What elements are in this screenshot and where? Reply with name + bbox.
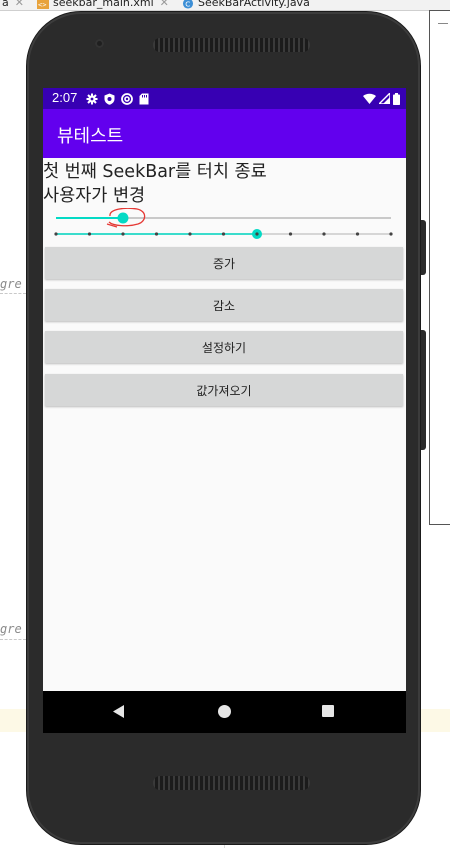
seekbar1-thumb[interactable] <box>117 212 129 224</box>
xml-file-icon: <> <box>37 0 49 9</box>
seekbar2-tick <box>355 232 360 236</box>
gutter-code-fragment: gre <box>0 277 22 291</box>
message-line-2: 사용자가 변경 <box>43 186 146 206</box>
bottom-speaker <box>153 776 310 790</box>
seekbar-continuous[interactable] <box>43 208 406 228</box>
ide-tab-a[interactable]: a ✕ <box>2 0 24 9</box>
seekbar2-tick <box>221 232 226 236</box>
gutter-code-fragment: gre <box>0 622 22 636</box>
ide-tab-seekbar-activity-java[interactable]: C SeekBarActivity.java <box>182 0 310 9</box>
panel-corner-mark <box>438 23 448 24</box>
svg-text:C: C <box>185 0 190 8</box>
seekbar2-tick <box>121 232 125 236</box>
seekbar2-tick <box>154 232 159 236</box>
ide-tab-bar: a ✕ <> seekbar_main.xml ✕ C SeekBarActivity.… <box>0 0 450 11</box>
svg-text:<>: <> <box>38 1 46 9</box>
battery-icon <box>393 92 400 105</box>
gutter-divider <box>0 639 26 640</box>
increase-button[interactable]: 증가 <box>45 247 403 279</box>
back-icon[interactable] <box>113 705 124 718</box>
home-icon[interactable] <box>218 705 231 718</box>
decrease-button[interactable]: 감소 <box>45 289 403 321</box>
settings-icon <box>86 93 98 104</box>
close-icon[interactable]: ✕ <box>15 0 24 9</box>
close-icon[interactable]: ✕ <box>160 0 169 9</box>
gutter-divider <box>0 293 26 294</box>
ide-tab-seekbar-main-xml[interactable]: <> seekbar_main.xml ✕ <box>37 0 169 9</box>
seekbar2-tick <box>54 232 58 236</box>
app-bar: 뷰테스트 <box>43 109 406 158</box>
shield-icon <box>104 93 115 105</box>
earpiece-speaker <box>153 38 310 52</box>
at-sign-icon <box>121 92 133 105</box>
wifi-icon <box>363 93 376 104</box>
recents-icon[interactable] <box>322 705 334 717</box>
seekbar2-tick <box>188 232 192 236</box>
status-message: 첫 번째 SeekBar를 터치 종료 사용자가 변경 <box>43 160 267 208</box>
set-value-button[interactable]: 설정하기 <box>45 331 403 363</box>
status-time: 2:07 <box>52 90 78 105</box>
status-bar: 2:07 <box>43 88 406 109</box>
system-icons <box>363 91 400 106</box>
java-class-icon: C <box>182 0 194 9</box>
seekbar-discrete[interactable] <box>43 226 406 242</box>
message-line-1: 첫 번째 SeekBar를 터치 종료 <box>43 162 267 182</box>
device-screen: 2:07 뷰테스트 첫 번째 SeekBar를 터치 종료 사용자가 변경 증가… <box>43 88 406 733</box>
notification-icons <box>86 91 149 106</box>
ide-tab-label: seekbar_main.xml <box>53 0 154 9</box>
signal-icon <box>379 93 390 104</box>
seekbar2-tick <box>322 232 326 236</box>
sd-card-icon <box>139 93 149 104</box>
ide-tab-label: a <box>2 0 9 9</box>
navigation-bar <box>43 691 406 733</box>
seekbar2-tick <box>87 232 92 236</box>
get-value-button[interactable]: 값가져오기 <box>45 374 403 406</box>
power-button[interactable] <box>420 220 426 275</box>
app-title: 뷰테스트 <box>57 126 124 147</box>
front-camera <box>95 39 104 48</box>
seekbar2-tick <box>389 232 393 236</box>
ide-preview-panel <box>429 10 450 525</box>
seekbar2-tick <box>288 232 293 236</box>
volume-button[interactable] <box>420 330 426 450</box>
ide-tab-label: SeekBarActivity.java <box>198 0 310 9</box>
seekbar2-thumb-center <box>255 232 259 236</box>
